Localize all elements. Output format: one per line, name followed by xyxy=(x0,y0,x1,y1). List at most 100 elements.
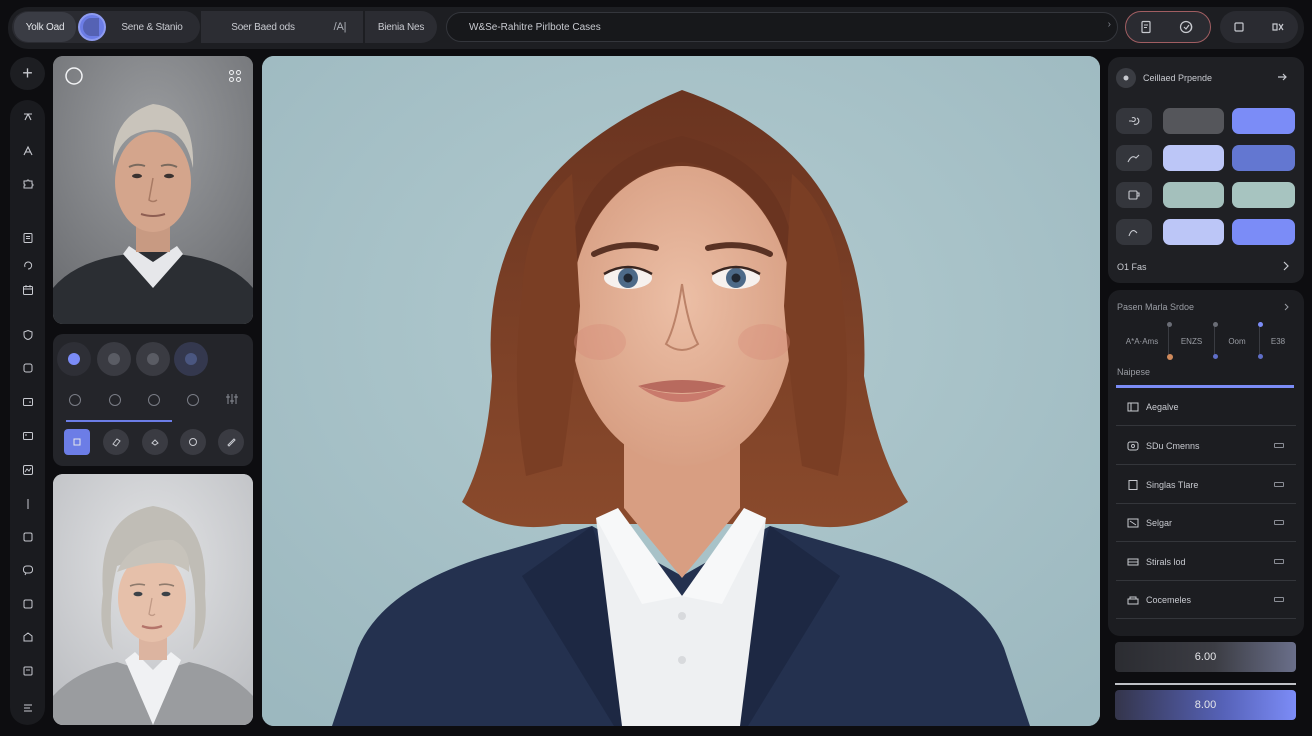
grid-icon[interactable] xyxy=(228,69,242,83)
size-option-2[interactable] xyxy=(109,394,121,406)
chat-icon[interactable] xyxy=(10,560,45,580)
undo-icon[interactable] xyxy=(10,256,45,276)
swatch-r3-c2[interactable] xyxy=(1232,182,1295,208)
calendar-icon[interactable] xyxy=(10,280,45,300)
chevron-right-icon[interactable] xyxy=(1281,260,1291,272)
size-option-1[interactable] xyxy=(69,394,81,406)
pen-tool-button[interactable] xyxy=(218,429,244,455)
add-button[interactable]: + xyxy=(10,57,45,90)
image-icon[interactable] xyxy=(10,460,45,480)
tab-scene[interactable]: Sene & Stanio xyxy=(106,12,198,42)
layer-item-5[interactable]: Stirals lod xyxy=(1116,543,1296,581)
link-icon[interactable] xyxy=(1270,20,1286,34)
mode-tab-group: Yolk Oad Sene & Stanio xyxy=(12,11,200,43)
value-field-primary[interactable]: 6.00 xyxy=(1115,642,1296,672)
layer-item-3[interactable]: Singlas Tlare xyxy=(1116,466,1296,504)
board-glyph[interactable]: /A| xyxy=(325,12,355,42)
value-divider xyxy=(1115,683,1296,685)
layer-toggle-icon[interactable] xyxy=(1274,520,1284,525)
layer-toggle-icon[interactable] xyxy=(1274,559,1284,564)
sync-icon[interactable] xyxy=(1178,19,1198,35)
layer-item-2[interactable]: SDu Cmenns xyxy=(1116,427,1296,465)
wallet-icon[interactable] xyxy=(10,392,45,412)
layer-item-6[interactable]: Cocemeles xyxy=(1116,581,1296,619)
slider-c-knob[interactable] xyxy=(1258,354,1263,359)
mode-toggle[interactable] xyxy=(78,13,106,41)
portrait-thumbnail-woman[interactable] xyxy=(53,474,253,725)
chevron-right-icon[interactable] xyxy=(1283,302,1291,312)
layer-item-1[interactable]: Aegalve xyxy=(1116,388,1296,426)
size-option-4[interactable] xyxy=(187,394,199,406)
swatch-r4-c2[interactable] xyxy=(1232,219,1295,245)
tab-voice[interactable]: Yolk Oad xyxy=(14,12,76,42)
value-field-secondary[interactable]: 8.00 xyxy=(1115,690,1296,720)
puzzle-icon[interactable] xyxy=(10,174,45,194)
layer-label: Stirals lod xyxy=(1146,556,1186,567)
tab-media[interactable]: Bienia Nes xyxy=(365,12,437,42)
square-icon[interactable] xyxy=(1233,21,1245,33)
page-icon[interactable] xyxy=(10,228,45,248)
rect-tool-button[interactable] xyxy=(64,429,90,455)
cup-style-icon[interactable] xyxy=(1116,182,1152,208)
layer-icon-5 xyxy=(1126,557,1140,567)
slider-a-top-knob[interactable] xyxy=(1167,322,1172,327)
swatch-r4-c1[interactable] xyxy=(1163,219,1224,245)
slider-c-top-knob[interactable] xyxy=(1258,322,1263,327)
slider-b-top-knob[interactable] xyxy=(1213,322,1218,327)
divider-icon[interactable] xyxy=(10,494,45,514)
swatch-r2-c1[interactable] xyxy=(1163,145,1224,171)
slider-c[interactable]: Oom xyxy=(1215,325,1260,357)
eraser-tool-button[interactable] xyxy=(103,429,129,455)
slider-a-knob[interactable] xyxy=(1167,354,1173,360)
slider-d[interactable]: E38 xyxy=(1260,325,1296,357)
main-image-canvas[interactable] xyxy=(262,56,1100,726)
swatch-r2-c2[interactable] xyxy=(1232,145,1295,171)
tab-board[interactable]: Soer Baed ods xyxy=(201,12,325,42)
frame-icon[interactable] xyxy=(10,527,45,547)
arrow-right-icon[interactable] xyxy=(1276,71,1288,83)
home-icon[interactable] xyxy=(10,627,45,647)
layer-toggle-icon[interactable] xyxy=(1274,443,1284,448)
menu-icon[interactable] xyxy=(10,698,45,718)
tag-icon[interactable] xyxy=(10,358,45,378)
brush-style-icon[interactable] xyxy=(1116,108,1152,134)
swatch-r1-c1[interactable] xyxy=(1163,108,1224,134)
prompt-field[interactable]: W&Se-Rahitre Pirlbote Cases › xyxy=(446,12,1118,42)
layer-icon-6 xyxy=(1126,595,1140,605)
circle-tool-button[interactable] xyxy=(180,429,206,455)
layer-toggle-icon[interactable] xyxy=(1274,597,1284,602)
color-dot-4[interactable] xyxy=(174,342,208,376)
arc-style-icon[interactable] xyxy=(1116,219,1152,245)
color-dot-2[interactable] xyxy=(97,342,131,376)
slider-a[interactable]: A*A·Ams xyxy=(1116,325,1169,357)
card-icon[interactable] xyxy=(10,426,45,446)
slider-b[interactable]: ENZS xyxy=(1169,325,1215,357)
slider-row: A*A·Ams ENZS Oom E38 xyxy=(1116,325,1296,357)
share-button-group xyxy=(1125,11,1211,43)
layer-label: Aegalve xyxy=(1146,401,1179,412)
shield-icon[interactable] xyxy=(10,325,45,345)
swatch-r1-c2[interactable] xyxy=(1232,108,1295,134)
color-dot-3[interactable] xyxy=(136,342,170,376)
box-icon[interactable] xyxy=(10,594,45,614)
slider-b-knob[interactable] xyxy=(1213,354,1218,359)
curve-style-icon[interactable] xyxy=(1116,145,1152,171)
color-dot-selected[interactable] xyxy=(57,342,91,376)
text-tool-icon[interactable] xyxy=(10,141,45,161)
layer-toggle-icon[interactable] xyxy=(1274,482,1284,487)
note-icon[interactable] xyxy=(10,661,45,681)
adjust-icon[interactable] xyxy=(225,392,239,406)
layer-item-4[interactable]: Selgar xyxy=(1116,504,1296,542)
media-tab-group: Bienia Nes xyxy=(365,11,437,43)
lasso-tool-button[interactable] xyxy=(142,429,168,455)
portrait-thumbnail-man[interactable] xyxy=(53,56,253,324)
preset-panel-title: Ceillaed Prpende xyxy=(1143,73,1213,83)
size-option-3[interactable] xyxy=(148,394,160,406)
collapse-icon[interactable] xyxy=(10,107,45,127)
window-button-group xyxy=(1220,11,1298,43)
document-icon[interactable] xyxy=(1139,20,1153,34)
size-slider-track[interactable] xyxy=(66,420,172,422)
select-circle-icon[interactable] xyxy=(64,66,84,86)
chevron-right-icon[interactable]: › xyxy=(1108,19,1111,30)
swatch-r3-c1[interactable] xyxy=(1163,182,1224,208)
